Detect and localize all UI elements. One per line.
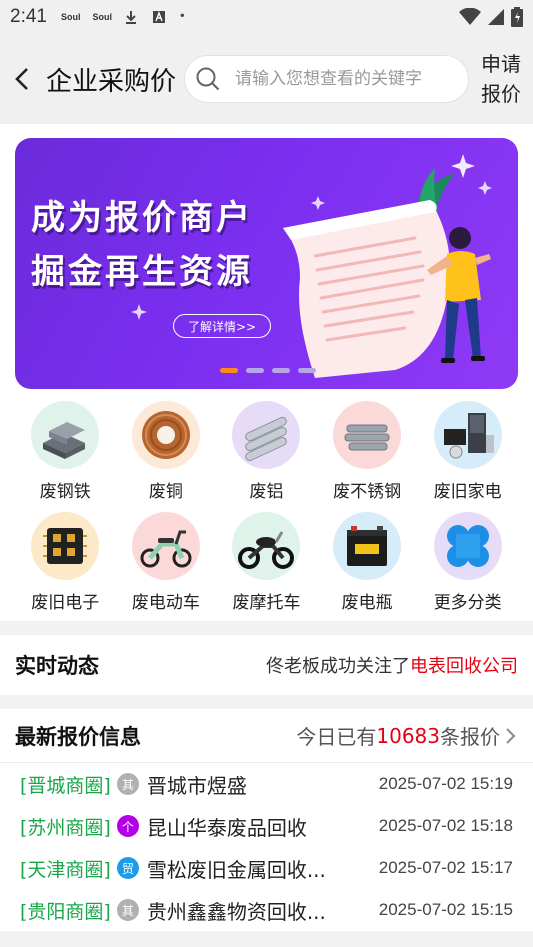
banner-dot[interactable] [246,368,264,373]
ebike-icon [131,512,200,580]
quote-circle: [天津商圈] [20,858,111,881]
quote-circle: [苏州商圈] [20,816,111,839]
live-activity-highlight: 电表回收公司 [410,656,518,677]
quotes-count-link[interactable]: 今日已有 10683 条报价 [296,721,518,750]
category-more[interactable]: 更多分类 [417,512,518,613]
back-arrow-icon[interactable] [10,67,34,91]
chevron-right-icon [506,727,516,744]
quote-circle: [晋城商圈] [20,774,111,797]
quote-row[interactable]: [贵阳商圈] 其 贵州鑫鑫物资回收... 2025-07-02 15:15 [0,889,533,931]
search-icon [196,67,220,91]
apply-quote-line1: 申请 [481,52,521,76]
merchant-type-badge: 其 [116,899,139,921]
merchant-name: 雪松废旧金属回收... [146,857,326,882]
merchant-type-badge: 贸 [116,857,139,879]
category-copper[interactable]: 废铜 [116,401,217,502]
more-categories-icon [433,512,502,580]
banner-dot[interactable] [298,368,316,373]
category-aluminum[interactable]: 废铝 [216,401,317,502]
latest-quotes-title: 最新报价信息 [15,724,141,749]
chip-icon [31,512,100,580]
battery-status-icon [511,7,523,27]
category-grid: 废钢铁 废铜 废铝 废不锈钢 废旧家电 废旧电子 废电动车 废摩托车 废电瓶 更… [0,389,533,621]
merchant-name: 贵州鑫鑫物资回收... [146,899,326,924]
quote-row[interactable]: [天津商圈] 贸 雪松废旧金属回收... 2025-07-02 15:17 [0,847,533,889]
category-ebike[interactable]: 废电动车 [116,512,217,613]
merchant-type-badge: 其 [116,773,139,795]
status-time: 2:41 [10,6,47,27]
category-electronics[interactable]: 废旧电子 [15,512,116,613]
quotes-count-number: 10683 [376,723,440,748]
aluminum-bars-icon [232,401,301,469]
quote-time: 2025-07-02 15:15 [378,900,513,919]
apply-quote-button[interactable]: 申请 报价 [477,49,525,109]
category-label: 更多分类 [433,593,502,613]
dot-icon [180,13,184,17]
category-label: 废旧电子 [31,593,100,613]
category-motorcycle[interactable]: 废摩托车 [216,512,317,613]
live-activity-title: 实时动态 [15,654,99,678]
category-label: 废钢铁 [39,482,91,502]
soul-app-icon-2: Soul [92,12,112,22]
search-input[interactable] [235,69,458,89]
category-battery[interactable]: 废电瓶 [317,512,418,613]
latest-quotes-header: 最新报价信息 今日已有 10683 条报价 [0,709,533,763]
merchant-name: 昆山华泰废品回收 [146,815,307,840]
live-activity: 实时动态 佟老板成功关注了电表回收公司 [0,635,533,695]
quote-time: 2025-07-02 15:18 [378,816,513,835]
merchant-name: 晋城市煜盛 [146,773,247,798]
signal-icon [488,9,504,25]
banner-headline-2: 掘金再生资源 [31,252,253,292]
banner-headline-1: 成为报价商户 [31,198,253,238]
category-stainless-steel[interactable]: 废不锈钢 [317,401,418,502]
search-box[interactable] [184,55,469,103]
banner-dot-active[interactable] [220,368,238,373]
category-label: 废铜 [148,482,183,502]
copper-coil-icon [131,401,200,469]
app-header: 企业采购价 申请 报价 [0,34,533,124]
category-appliances[interactable]: 废旧家电 [417,401,518,502]
font-icon [152,11,165,23]
promo-banner[interactable]: 成为报价商户 掘金再生资源 了解详情>> [15,138,518,389]
steel-icon [31,401,100,469]
apply-quote-line2: 报价 [481,82,521,106]
section-divider [0,695,533,709]
quote-row[interactable]: [苏州商圈] 个 昆山华泰废品回收 2025-07-02 15:18 [0,805,533,847]
category-label: 废不锈钢 [333,482,402,502]
stainless-steel-icon [333,401,402,469]
quote-time: 2025-07-02 15:19 [378,774,513,793]
page-title: 企业采购价 [46,66,177,97]
quote-time: 2025-07-02 15:17 [378,858,513,877]
banner-pagination [220,368,316,373]
live-activity-text: 佟老板成功关注了 [266,656,410,677]
quote-list: [晋城商圈] 其 晋城市煜盛 2025-07-02 15:19 [苏州商圈] 个… [0,763,533,931]
quote-circle: [贵阳商圈] [20,900,111,923]
quotes-count-prefix: 今日已有 [296,725,377,749]
quote-row[interactable]: [晋城商圈] 其 晋城市煜盛 2025-07-02 15:19 [0,763,533,805]
appliances-icon [433,401,502,469]
category-label: 废旧家电 [433,482,502,502]
banner-dot[interactable] [272,368,290,373]
category-label: 废摩托车 [232,593,301,613]
wifi-icon [459,8,481,25]
soul-app-icon: Soul [60,12,81,22]
quotes-count-suffix: 条报价 [440,725,500,749]
live-activity-ticker[interactable]: 佟老板成功关注了电表回收公司 [266,652,518,678]
category-label: 废电动车 [131,593,200,613]
banner-learn-more-button[interactable]: 了解详情>> [173,314,271,338]
status-bar: 2:41 Soul Soul [0,0,533,34]
category-label: 废铝 [249,482,284,502]
category-label: 废电瓶 [341,593,393,613]
merchant-type-badge: 个 [116,815,139,837]
category-steel[interactable]: 废钢铁 [15,401,116,502]
download-icon [125,11,136,24]
motorcycle-icon [232,512,301,580]
battery-icon [333,512,402,580]
section-divider [0,621,533,635]
